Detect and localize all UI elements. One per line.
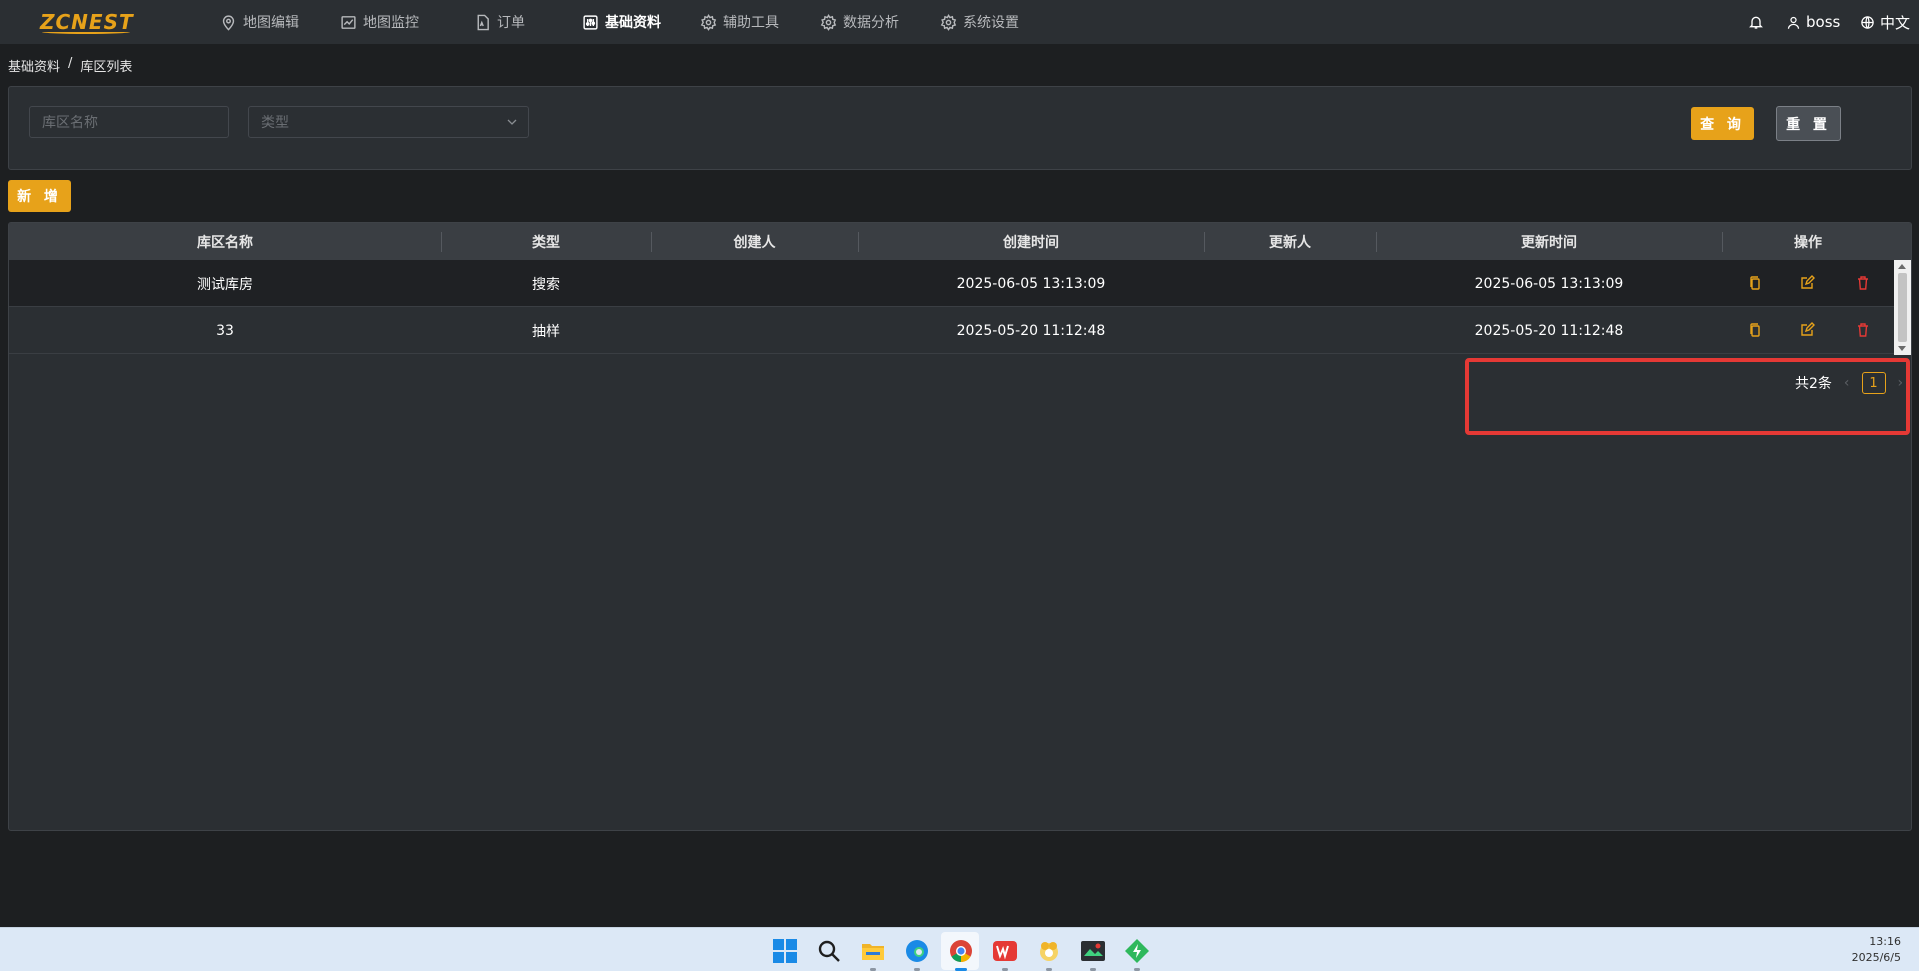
cell-updated-at: 2025-06-05 13:13:09 (1474, 275, 1624, 292)
app-icon[interactable] (1036, 938, 1062, 964)
nav-item-aux-tools[interactable]: 辅助工具 (700, 0, 779, 44)
column-header-created-at: 创建时间 (1003, 234, 1059, 251)
column-header-updater: 更新人 (1269, 234, 1311, 251)
gear-icon (820, 13, 837, 31)
chevron-right-icon[interactable]: › (1898, 375, 1904, 391)
top-navigation-bar: ZCNEST 地图编辑 地图监控 订单 基础资料 辅助工具 数据分析 系统设置 … (0, 0, 1919, 44)
scroll-thumb[interactable] (1898, 273, 1907, 342)
sliders-icon (583, 14, 598, 30)
cell-creator (651, 260, 858, 307)
table-scrollbar[interactable] (1894, 260, 1911, 355)
file-explorer-icon[interactable] (860, 938, 886, 964)
pagination-highlight-box (1465, 358, 1910, 435)
table-row[interactable]: 测试库房 搜索 2025-06-05 13:13:09 2025-06-05 1… (9, 260, 1894, 307)
chart-line-icon (341, 15, 356, 29)
reset-button[interactable]: 重 置 (1776, 106, 1841, 141)
cell-type: 抽样 (532, 323, 560, 340)
gear-icon (700, 13, 717, 31)
search-icon[interactable] (816, 938, 842, 964)
nav-item-system-settings[interactable]: 系统设置 (940, 0, 1019, 44)
column-header-zone-name: 库区名称 (197, 234, 253, 251)
edge-browser-icon[interactable] (904, 938, 930, 964)
user-icon (1787, 16, 1800, 29)
column-header-type: 类型 (532, 234, 560, 251)
nav-label: 数据分析 (843, 15, 899, 31)
type-placeholder: 类型 (261, 115, 289, 131)
cell-updated-at: 2025-05-20 11:12:48 (1474, 322, 1624, 339)
nav-item-orders[interactable]: 订单 (474, 0, 525, 44)
edit-icon[interactable] (1799, 275, 1815, 291)
edit-icon[interactable] (1799, 322, 1815, 338)
table-header: 库区名称 类型 创建人 创建时间 更新人 更新时间 操作 (9, 223, 1911, 260)
nav-label: 地图监控 (363, 15, 419, 31)
cell-zone-name: 测试库房 (197, 276, 253, 293)
breadcrumb: 基础资料 / 库区列表 (8, 56, 132, 75)
clock-time: 13:16 (1869, 935, 1901, 948)
pagination: 共2条 ‹ 1 › (1795, 372, 1903, 394)
globe-icon (1861, 15, 1874, 29)
breadcrumb-separator: / (68, 56, 73, 71)
language-switch[interactable]: 中文 (1860, 0, 1910, 44)
notification-button[interactable] (1748, 0, 1764, 44)
green-app-icon[interactable] (1124, 938, 1150, 964)
zone-table: 库区名称 类型 创建人 创建时间 更新人 更新时间 操作 测试库房 搜索 202… (8, 222, 1912, 831)
nav-item-map-monitor[interactable]: 地图监控 (340, 0, 419, 44)
os-taskbar: 13:16 2025/6/5 (0, 927, 1919, 971)
gear-icon (940, 13, 957, 31)
column-header-creator: 创建人 (733, 234, 776, 251)
breadcrumb-current: 库区列表 (80, 60, 133, 75)
scroll-down-arrow-icon[interactable] (1898, 346, 1906, 351)
nav-label: 辅助工具 (723, 15, 779, 31)
screenshot-tool-icon[interactable] (1080, 938, 1106, 964)
cell-creator (651, 307, 858, 354)
nav-label: 地图编辑 (243, 15, 299, 31)
zone-name-input[interactable]: 库区名称 (29, 106, 229, 138)
add-button[interactable]: 新 增 (8, 180, 71, 212)
zone-name-placeholder: 库区名称 (42, 115, 98, 131)
nav-item-map-edit[interactable]: 地图编辑 (220, 0, 299, 44)
user-menu[interactable]: boss (1786, 0, 1840, 44)
chrome-browser-icon[interactable] (948, 938, 974, 964)
nav-item-basic-data[interactable]: 基础资料 (582, 0, 661, 44)
page-number-current[interactable]: 1 (1861, 372, 1886, 394)
cell-created-at: 2025-05-20 11:12:48 (956, 322, 1106, 339)
copy-icon[interactable] (1747, 322, 1763, 338)
pagination-total: 共2条 (1795, 376, 1832, 392)
chevron-left-icon[interactable]: ‹ (1844, 375, 1850, 391)
cell-updater (1204, 307, 1376, 354)
cell-type: 搜索 (532, 276, 560, 293)
scroll-up-arrow-icon[interactable] (1898, 264, 1906, 269)
query-button[interactable]: 查 询 (1691, 107, 1754, 140)
nav-label: 基础资料 (605, 15, 661, 31)
column-header-actions: 操作 (1794, 234, 1822, 251)
clock-date: 2025/6/5 (1851, 951, 1901, 964)
chevron-down-icon (507, 119, 517, 125)
app-logo[interactable]: ZCNEST (40, 10, 133, 34)
type-select[interactable]: 类型 (248, 106, 529, 138)
delete-icon[interactable] (1855, 322, 1871, 338)
language-label: 中文 (1880, 13, 1911, 32)
copy-icon[interactable] (1747, 275, 1763, 291)
delete-icon[interactable] (1855, 275, 1871, 291)
nav-label: 订单 (497, 15, 525, 31)
column-header-updated-at: 更新时间 (1521, 234, 1577, 251)
table-row[interactable]: 33 抽样 2025-05-20 11:12:48 2025-05-20 11:… (9, 307, 1894, 354)
system-clock[interactable]: 13:16 2025/6/5 (1852, 934, 1901, 966)
breadcrumb-root[interactable]: 基础资料 (8, 56, 60, 75)
wps-office-icon[interactable] (992, 938, 1018, 964)
cell-created-at: 2025-06-05 13:13:09 (956, 275, 1106, 292)
filter-panel: 库区名称 类型 查 询 重 置 (8, 86, 1912, 170)
map-pin-icon (222, 14, 235, 31)
nav-item-data-analysis[interactable]: 数据分析 (820, 0, 899, 44)
user-name: boss (1806, 13, 1841, 31)
bell-icon (1749, 16, 1763, 29)
logo-swoosh (42, 30, 130, 34)
document-icon (477, 14, 489, 30)
nav-label: 系统设置 (963, 15, 1019, 31)
windows-start-icon[interactable] (772, 938, 798, 964)
cell-zone-name: 33 (216, 322, 234, 339)
cell-updater (1204, 260, 1376, 307)
